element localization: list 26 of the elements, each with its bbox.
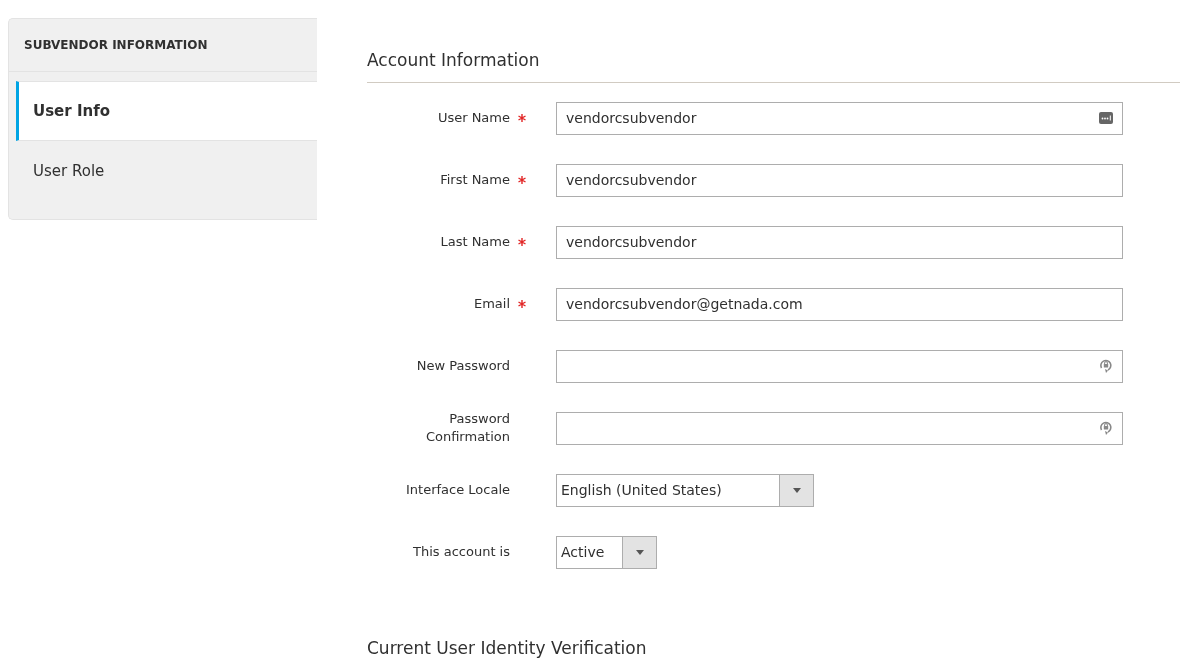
lock-refresh-icon[interactable] — [1099, 420, 1113, 436]
field-label: User Name — [436, 109, 510, 127]
field-label: First Name — [439, 171, 510, 189]
input-field[interactable]: vendorcsubvendor@getnada.com — [556, 287, 1123, 321]
select-dropdown[interactable]: English (United States) — [556, 473, 814, 507]
field-label: Interface Locale — [404, 481, 510, 499]
section-heading: Account Information — [367, 50, 540, 70]
caret-icon — [792, 487, 801, 493]
sidebar-tab[interactable]: User Role — [16, 141, 317, 201]
input-field[interactable]: vendorcsubvendor — [556, 163, 1123, 197]
field-label: Email — [472, 295, 510, 313]
field-label: Password Confirmation — [424, 410, 510, 446]
input-field[interactable] — [556, 349, 1123, 383]
field-label: New Password — [415, 357, 510, 375]
section-heading: Current User Identity Verification — [367, 637, 647, 658]
input-field[interactable] — [556, 411, 1123, 445]
input-field[interactable]: vendorcsubvendor — [556, 101, 1123, 135]
input-field[interactable]: vendorcsubvendor — [556, 225, 1123, 259]
select-dropdown[interactable]: Active — [556, 535, 657, 569]
lock-refresh-icon[interactable] — [1099, 358, 1113, 374]
sidebar-tab[interactable]: User Info — [16, 81, 317, 141]
caret-icon — [635, 549, 644, 555]
field-label: This account is — [412, 543, 510, 561]
field-label: Last Name — [439, 233, 510, 251]
password-key-icon[interactable] — [1099, 112, 1113, 124]
sidebar-title: SUBVENDOR INFORMATION — [24, 37, 208, 54]
